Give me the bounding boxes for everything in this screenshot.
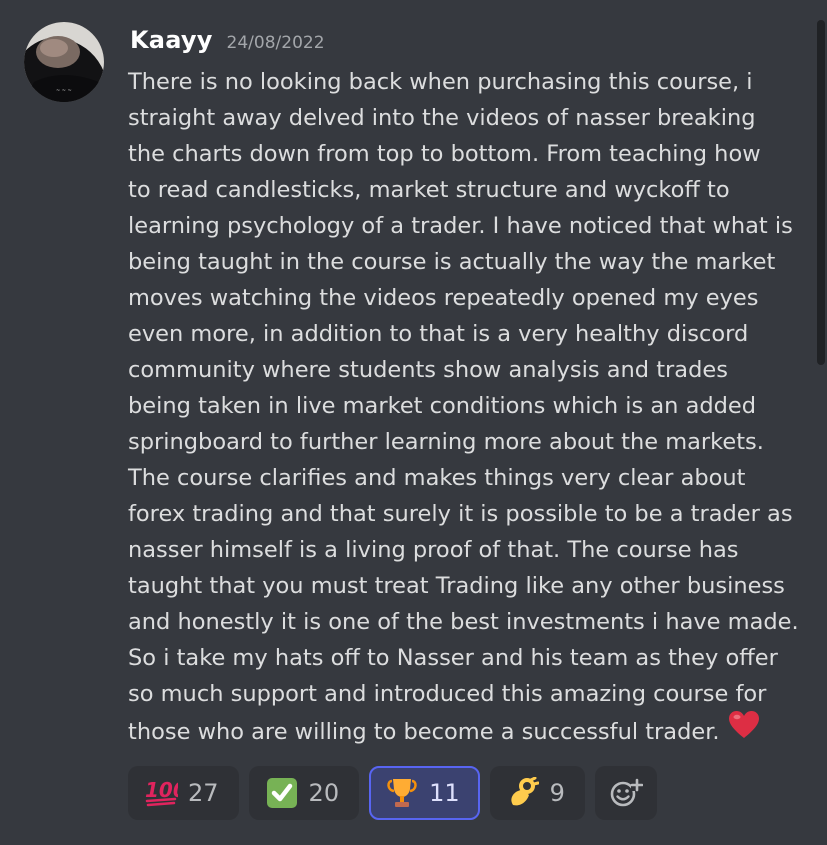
avatar[interactable]: ~ ~ ~ bbox=[24, 22, 104, 102]
chat-message: ~ ~ ~ Kaayy 24/08/2022 There is no looki… bbox=[0, 0, 827, 845]
ok-hand-icon bbox=[506, 776, 540, 810]
message-text: There is no looking back when purchasing… bbox=[128, 69, 799, 745]
reaction-bar: 100 27 20 bbox=[128, 766, 657, 820]
reaction-trophy[interactable]: 11 bbox=[369, 766, 480, 820]
trophy-icon bbox=[385, 776, 419, 810]
reaction-count: 9 bbox=[549, 779, 565, 807]
reaction-count: 11 bbox=[429, 779, 460, 807]
hundred-points-icon: 100 bbox=[144, 776, 178, 810]
heart-icon bbox=[728, 710, 760, 751]
reaction-count: 20 bbox=[308, 779, 340, 807]
add-reaction-button[interactable] bbox=[594, 766, 657, 820]
reaction-check-mark[interactable]: 20 bbox=[248, 766, 360, 820]
timestamp: 24/08/2022 bbox=[226, 33, 325, 53]
scrollbar[interactable] bbox=[817, 20, 825, 365]
reaction-ok-hand[interactable]: 9 bbox=[489, 766, 585, 820]
avatar-image: ~ ~ ~ bbox=[24, 22, 104, 102]
username[interactable]: Kaayy bbox=[130, 26, 213, 54]
add-reaction-icon bbox=[609, 776, 643, 810]
reaction-count: 27 bbox=[188, 779, 219, 807]
message-header: Kaayy 24/08/2022 bbox=[130, 26, 325, 60]
svg-text:~ ~ ~: ~ ~ ~ bbox=[56, 88, 72, 94]
reaction-hundred-points[interactable]: 100 27 bbox=[128, 766, 239, 820]
message-content: There is no looking back when purchasing… bbox=[128, 64, 818, 753]
check-mark-icon bbox=[265, 776, 299, 810]
